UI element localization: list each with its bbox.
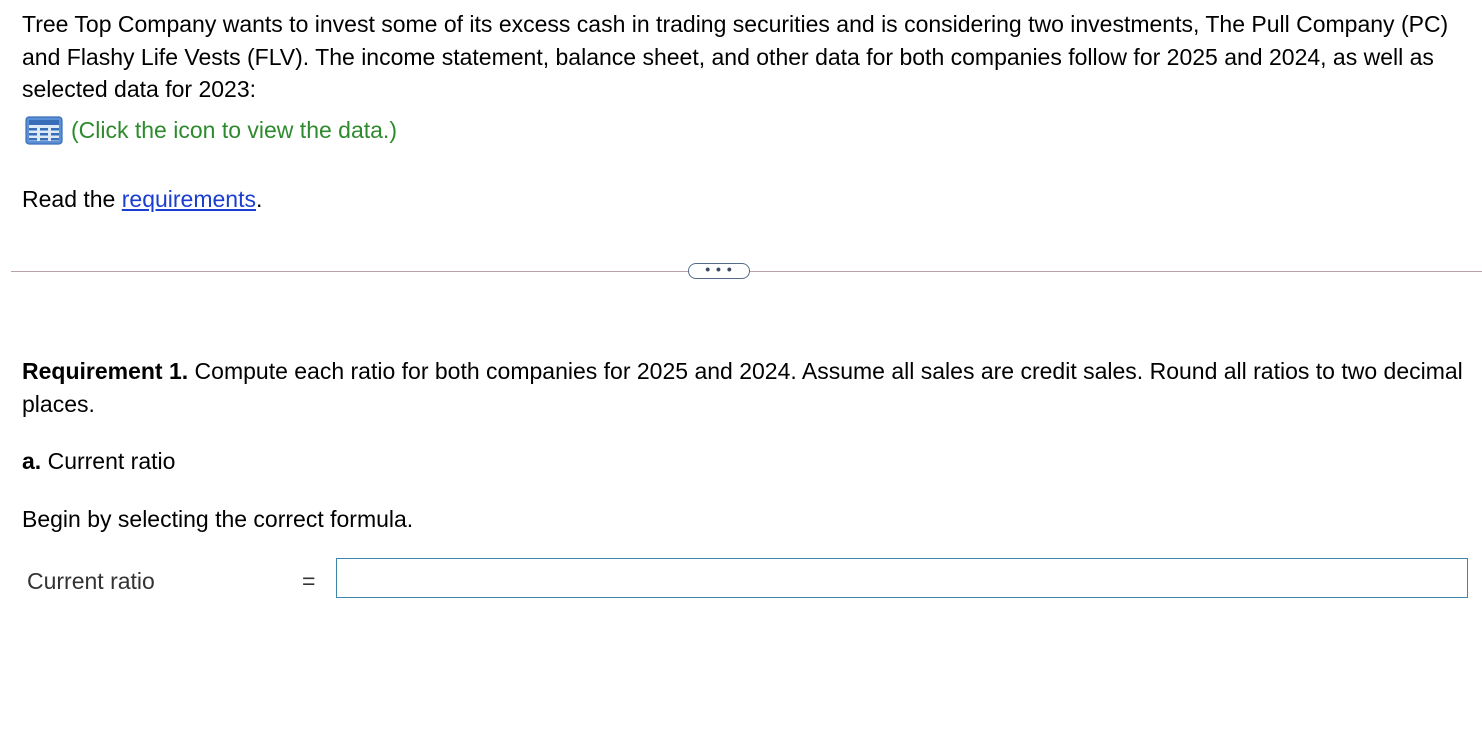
- requirement-1-text: Compute each ratio for both companies fo…: [22, 358, 1463, 417]
- instruction-text: Begin by selecting the correct formula.: [22, 506, 414, 532]
- requirements-link[interactable]: requirements: [122, 186, 256, 212]
- more-dots-icon: • • •: [705, 261, 733, 277]
- formula-input[interactable]: [336, 558, 1468, 598]
- intro-paragraph: Tree Top Company wants to invest some of…: [22, 11, 1449, 102]
- requirement-1-heading: Requirement 1.: [22, 358, 189, 384]
- part-a-letter: a.: [22, 448, 42, 474]
- view-data-link[interactable]: (Click the icon to view the data.): [24, 114, 397, 146]
- part-a-title: a. Current ratio: [22, 445, 175, 477]
- read-requirements-suffix: .: [255, 186, 263, 212]
- read-requirements-line: Read the requirements.: [22, 183, 262, 215]
- requirement-1: Requirement 1. Compute each ratio for bo…: [22, 355, 1467, 420]
- equals-sign: =: [302, 568, 316, 594]
- part-a-text: Current ratio: [41, 448, 176, 474]
- view-data-label[interactable]: (Click the icon to view the data.): [71, 114, 397, 146]
- formula-label: Current ratio: [27, 568, 155, 594]
- table-icon[interactable]: [24, 114, 64, 146]
- read-requirements-prefix: Read the: [22, 186, 122, 212]
- expand-button[interactable]: • • •: [688, 261, 750, 279]
